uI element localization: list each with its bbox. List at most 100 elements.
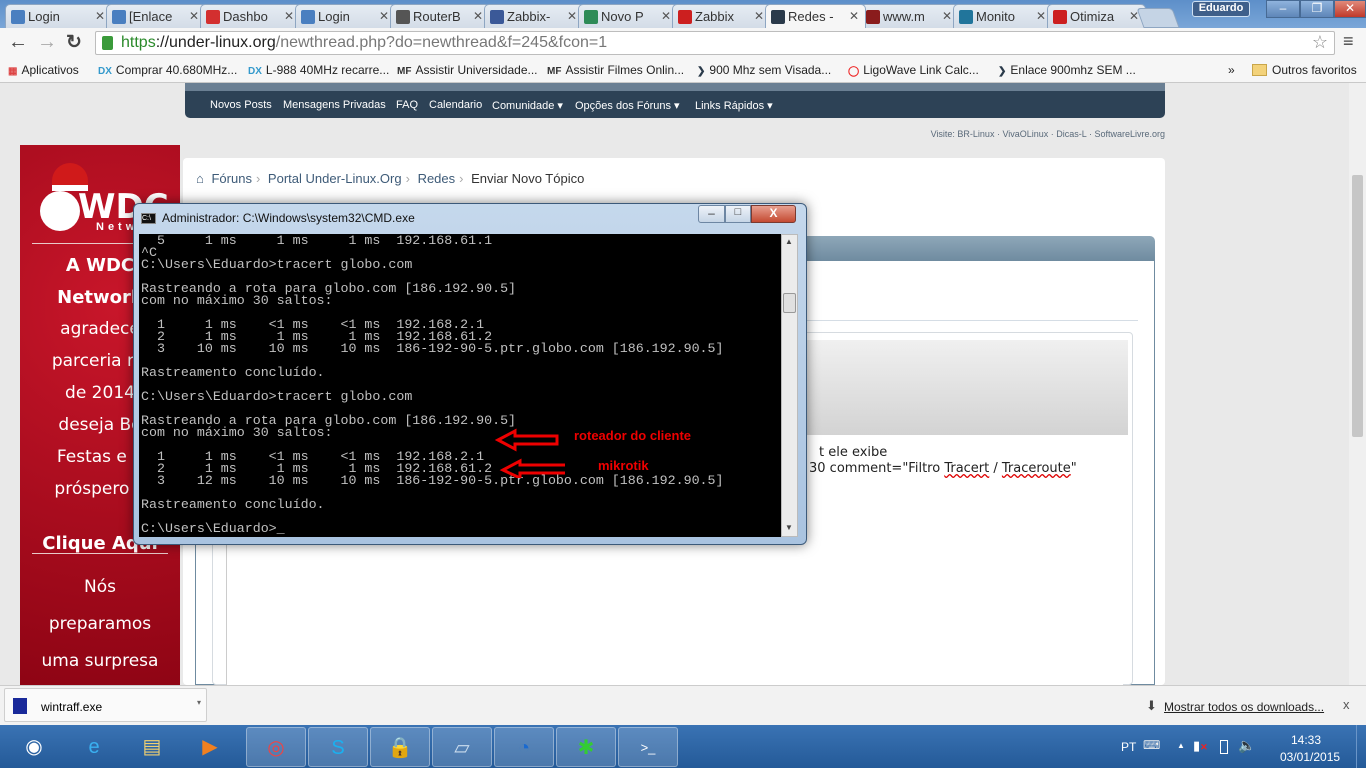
browser-tab[interactable]: Redes - ✕ — [765, 4, 866, 28]
restore-button[interactable]: ❐ — [1300, 0, 1334, 18]
bookmark-item[interactable]: ❯ Enlace 900mhz SEM ... — [998, 63, 1136, 77]
mfhd-icon: MF — [547, 66, 562, 77]
show-all-downloads[interactable]: Mostrar todos os downloads... — [1164, 700, 1324, 714]
arrow-left-icon — [495, 428, 559, 452]
browser-tab[interactable]: Monito ✕ — [953, 4, 1053, 28]
browser-tab[interactable]: [Enlace ✕ — [106, 4, 206, 28]
annotation-router: roteador do cliente — [574, 428, 692, 443]
console-line: Rastreamento concluído. — [141, 497, 325, 512]
taskbar-security-app-icon[interactable]: 🔒 — [370, 727, 430, 767]
console-scrollbar[interactable]: ▲ ▼ — [781, 234, 798, 537]
wordpress-icon — [959, 10, 973, 24]
language-indicator[interactable]: PT — [1121, 740, 1136, 754]
keyboard-icon[interactable]: ⌨ — [1143, 738, 1160, 752]
visit-links[interactable]: Visite: BR-Linux · VivaOLinux · Dicas-L … — [931, 129, 1165, 139]
minimize-button[interactable]: – — [1266, 0, 1300, 18]
home-icon[interactable]: ⌂ — [196, 171, 204, 186]
battery-icon[interactable] — [1220, 740, 1228, 754]
taskbar-media-player-icon[interactable]: ▶ — [180, 727, 240, 767]
forum-nav-link[interactable]: FAQ — [396, 99, 418, 111]
wintraff-file-icon — [13, 698, 27, 714]
browser-tab[interactable]: Otimiza ✕ — [1047, 4, 1146, 28]
forum-nav-link[interactable]: Mensagens Privadas — [283, 99, 386, 111]
browser-tab[interactable]: www.m ✕ — [860, 4, 959, 28]
console-output[interactable]: 5 1 ms 1 ms 1 ms 192.168.61.1 ^C C:\Users\… — [139, 234, 781, 537]
menu-icon[interactable]: ≡ — [1343, 31, 1354, 52]
browser-tab[interactable]: Dashbo ✕ — [200, 4, 301, 28]
bookmark-item[interactable]: DX L-988 40MHz recarre... — [248, 63, 389, 77]
page-scrollbar[interactable] — [1349, 83, 1366, 685]
network-icon[interactable]: ▮✕ — [1193, 738, 1208, 754]
clock-time[interactable]: 14:33 — [1291, 733, 1321, 747]
tab-close-icon[interactable]: ✕ — [942, 9, 952, 23]
browser-tab[interactable]: Zabbix ✕ — [672, 4, 771, 28]
new-tab-button[interactable] — [1136, 8, 1180, 28]
show-hidden-icons[interactable]: ▲ — [1177, 741, 1185, 750]
tab-close-icon[interactable]: ✕ — [1036, 9, 1046, 23]
taskbar-internet-explorer-icon[interactable]: e — [64, 727, 124, 767]
bookmark-item[interactable]: ❯ 900 Mhz sem Visada... — [697, 63, 831, 77]
bookmark-item[interactable]: MF Assistir Universidade... — [397, 63, 538, 77]
bookmark-item[interactable]: MF Assistir Filmes Onlin... — [547, 63, 684, 77]
breadcrumb-portal[interactable]: Portal Under-Linux.Org — [268, 171, 402, 186]
breadcrumb-forums[interactable]: Fóruns — [211, 171, 251, 186]
back-button[interactable]: ← — [8, 31, 28, 54]
bookmark-item[interactable]: DX Comprar 40.680MHz... — [98, 63, 237, 77]
bookmark-star-icon[interactable]: ☆ — [1312, 32, 1328, 53]
breadcrumb-redes[interactable]: Redes — [418, 171, 456, 186]
bookmark-item[interactable]: ◯ LigoWave Link Calc... — [848, 63, 979, 77]
console-scroll-down[interactable]: ▼ — [785, 523, 793, 532]
taskbar-notepad-icon[interactable]: ▱ — [432, 727, 492, 767]
cmd-close-button[interactable]: X — [751, 205, 796, 223]
tab-close-icon[interactable]: ✕ — [473, 9, 483, 23]
reload-button[interactable]: ↻ — [66, 31, 82, 54]
browser-tab[interactable]: Login ✕ — [5, 4, 112, 28]
tab-close-icon[interactable]: ✕ — [567, 9, 577, 23]
scrollbar-thumb[interactable] — [1352, 175, 1363, 437]
console-scroll-up[interactable]: ▲ — [785, 237, 793, 246]
taskbar-wintraff-icon[interactable]: ✱ — [556, 727, 616, 767]
forum-nav-link[interactable]: Opções dos Fóruns ▾ — [575, 99, 680, 112]
forward-button[interactable]: → — [37, 31, 57, 54]
forum-nav-link[interactable]: Novos Posts — [210, 99, 272, 111]
tab-close-icon[interactable]: ✕ — [849, 9, 859, 23]
browser-tab[interactable]: Zabbix- ✕ — [484, 4, 584, 28]
close-downloads-bar[interactable]: x — [1343, 697, 1350, 712]
cmd-maximize-button[interactable]: □ — [725, 205, 751, 223]
clock-date[interactable]: 03/01/2015 — [1280, 750, 1340, 764]
forum-nav-link[interactable]: Calendario — [429, 99, 482, 111]
forum-nav-link[interactable]: Links Rápidos ▾ — [695, 99, 773, 112]
taskbar-chrome-icon[interactable]: ◎ — [246, 727, 306, 767]
taskbar-start-orb-icon[interactable]: ◉ — [4, 727, 64, 767]
show-desktop-button[interactable] — [1356, 725, 1366, 768]
volume-icon[interactable]: 🔈 — [1238, 737, 1255, 754]
bookmark-item[interactable]: ▦ Aplicativos — [8, 63, 79, 77]
taskbar-explorer-icon[interactable]: ▤ — [122, 727, 182, 767]
taskbar-cmd-icon[interactable]: >_ — [618, 727, 678, 767]
banner-text: uma surpresa — [41, 651, 159, 671]
console-scroll-thumb[interactable] — [783, 293, 796, 313]
tab-close-icon[interactable]: ✕ — [284, 9, 294, 23]
tab-title: Novo P — [601, 9, 644, 24]
forum-nav-link[interactable]: Comunidade ▾ — [492, 99, 563, 112]
browser-tab[interactable]: Login ✕ — [295, 4, 396, 28]
tab-close-icon[interactable]: ✕ — [661, 9, 671, 23]
tab-close-icon[interactable]: ✕ — [754, 9, 764, 23]
address-bar[interactable]: https://under-linux.org/newthread.php?do… — [95, 31, 1335, 55]
download-item[interactable]: wintraff.exe ▾ — [4, 688, 207, 722]
other-bookmarks[interactable]: Outros favoritos — [1252, 63, 1357, 77]
console-line: com no máximo 30 saltos: — [141, 293, 333, 308]
bookmarks-more[interactable]: » — [1228, 63, 1235, 77]
close-window-button[interactable]: ✕ — [1334, 0, 1366, 18]
tab-close-icon[interactable]: ✕ — [189, 9, 199, 23]
taskbar-skype-icon[interactable]: S — [308, 727, 368, 767]
profile-button[interactable]: Eduardo — [1192, 1, 1250, 17]
browser-tab[interactable]: RouterB ✕ — [390, 4, 490, 28]
cmd-minimize-button[interactable]: – — [698, 205, 725, 223]
tab-close-icon[interactable]: ✕ — [379, 9, 389, 23]
browser-tab[interactable]: Novo P ✕ — [578, 4, 678, 28]
taskbar-winbox-icon[interactable]: ◔ — [494, 727, 554, 767]
bookmark-label: Assistir Universidade... — [415, 63, 538, 77]
download-menu-arrow[interactable]: ▾ — [197, 698, 201, 707]
tab-close-icon[interactable]: ✕ — [95, 9, 105, 23]
